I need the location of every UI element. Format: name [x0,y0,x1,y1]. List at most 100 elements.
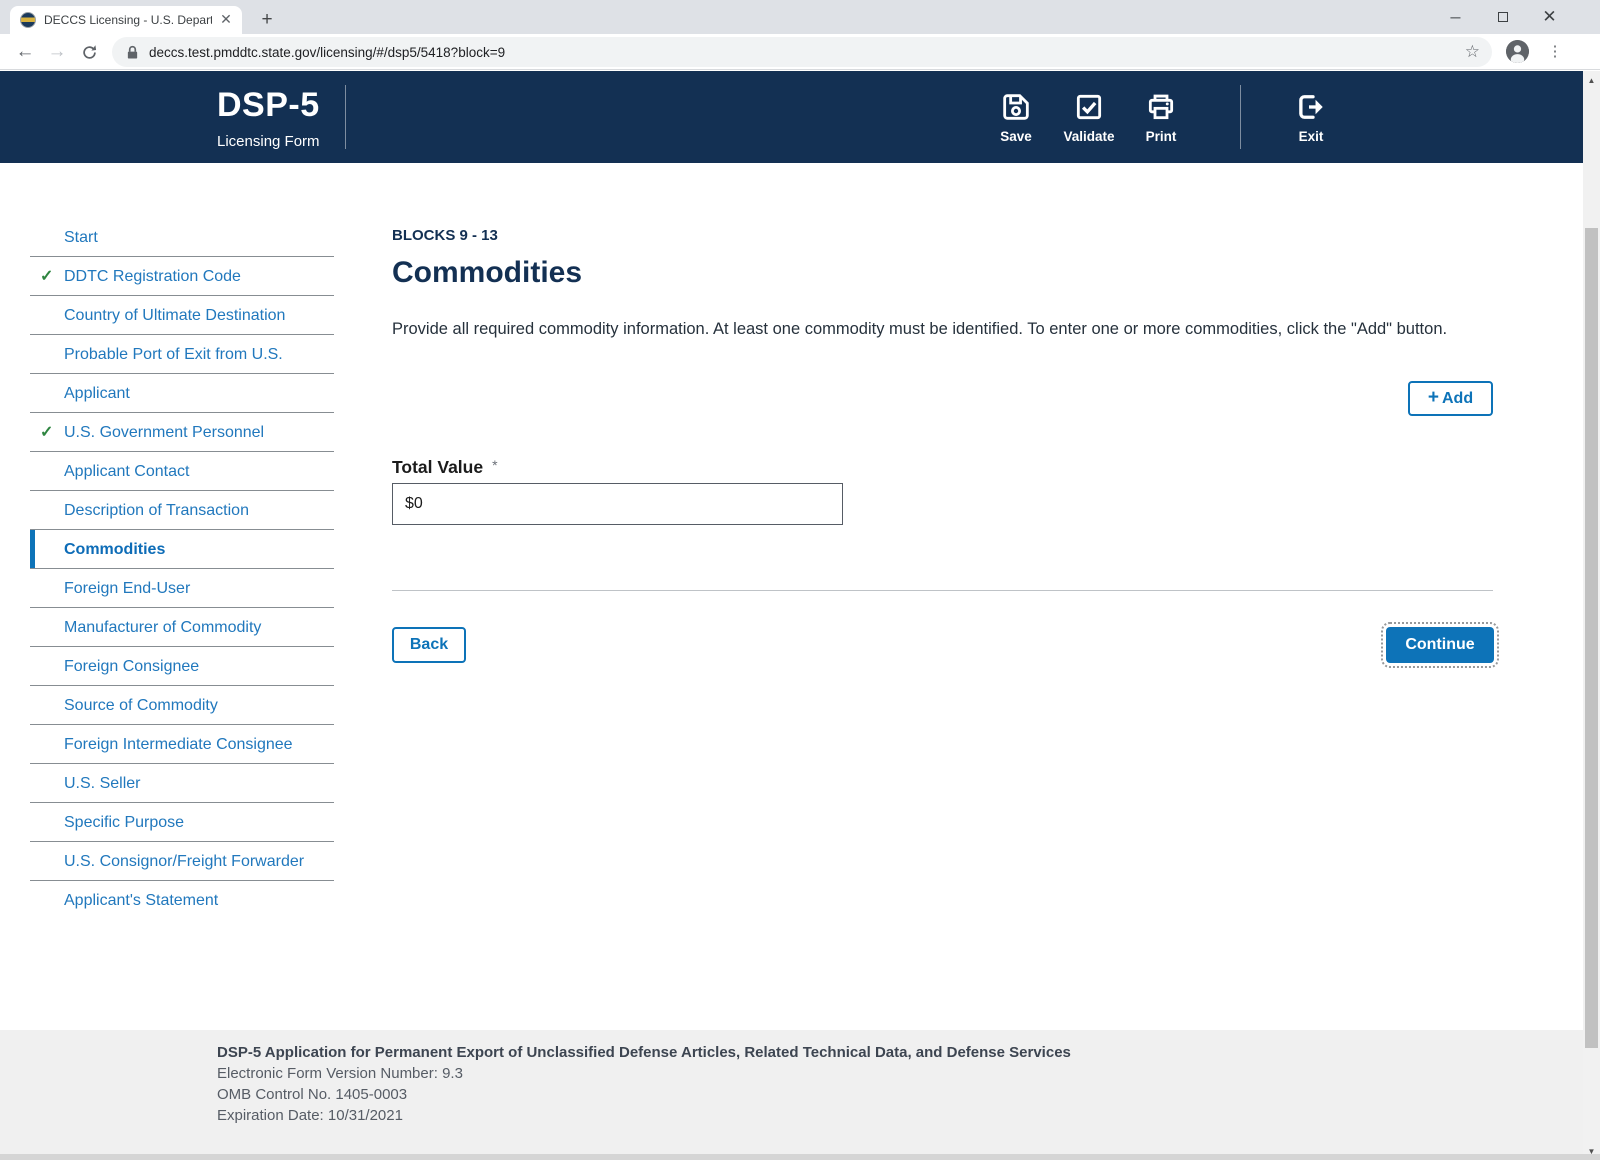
sidebar-item-label: Probable Port of Exit from U.S. [64,346,283,363]
browser-window: DECCS Licensing - U.S. Departme ✕ + ─ ✕ … [0,0,1600,1160]
sidebar-item-country-of-ultimate-destination[interactable]: Country of Ultimate Destination [30,296,334,335]
browser-tabstrip: DECCS Licensing - U.S. Departme ✕ + ─ ✕ [0,0,1600,34]
profile-avatar[interactable] [1506,40,1529,63]
minimize-button[interactable]: ─ [1432,0,1479,34]
sidebar-item-source-of-commodity[interactable]: Source of Commodity [30,686,334,725]
validate-button[interactable]: Validate [1056,91,1122,144]
header-divider [1240,85,1241,149]
reload-icon[interactable] [77,43,101,67]
window-close-button[interactable]: ✕ [1526,0,1573,34]
sidebar-item-u-s-consignor-freight-forwarder[interactable]: U.S. Consignor/Freight Forwarder [30,842,334,881]
exit-button[interactable]: Exit [1282,91,1340,144]
lock-icon [127,45,138,59]
window-controls: ─ ✕ [1432,0,1573,34]
active-item-indicator [30,530,35,568]
app-header: DSP-5 Licensing Form Save Validate Print… [0,71,1600,163]
sidebar-nav: Start ✓ DDTC Registration Code Country of U… [30,218,334,920]
completed-check-icon: ✓ [40,424,54,441]
footer-form-title: DSP-5 Application for Permanent Export o… [217,1044,1071,1061]
sidebar-item-label: Specific Purpose [64,814,185,831]
save-button[interactable]: Save [988,91,1044,144]
sign-out-icon [1299,95,1323,119]
footer-line: OMB Control No. 1405-0003 [217,1086,408,1103]
sidebar-item-manufacturer-of-commodity[interactable]: Manufacturer of Commodity [30,608,334,647]
floppy-disk-icon [1003,94,1029,120]
sidebar-item-label: Commodities [64,541,166,558]
maximize-button[interactable] [1479,0,1526,34]
sidebar-item-description-of-transaction[interactable]: Description of Transaction [30,491,334,530]
completed-check-icon: ✓ [40,268,54,285]
sidebar-item-label: U.S. Consignor/Freight Forwarder [64,853,305,870]
required-asterisk: * [492,457,498,473]
sidebar-item-probable-port-of-exit-from-u-s[interactable]: Probable Port of Exit from U.S. [30,335,334,374]
sidebar-item-label: Applicant's Statement [64,892,219,909]
sidebar-item-foreign-end-user[interactable]: Foreign End-User [30,569,334,608]
sidebar-item-specific-purpose[interactable]: Specific Purpose [30,803,334,842]
scrollbar-thumb[interactable] [1585,228,1598,1048]
sidebar-item-label: Applicant [64,385,130,402]
print-button[interactable]: Print [1132,91,1190,144]
back-button[interactable]: Back [392,627,466,663]
continue-button[interactable]: Continue [1381,622,1499,668]
vertical-scrollbar[interactable]: ▲ ▼ [1583,71,1600,1160]
exit-label: Exit [1298,129,1324,144]
sidebar-item-label: Foreign End-User [64,580,191,597]
back-navigation-icon[interactable]: ← [13,41,37,65]
sidebar-item-u-s-seller[interactable]: U.S. Seller [30,764,334,803]
sidebar-item-label: DDTC Registration Code [64,268,241,285]
footer-lines: Electronic Form Version Number: 9.3 OMB C… [217,1063,1600,1126]
blocks-label: BLOCKS 9 - 13 [392,227,498,244]
add-commodity-button[interactable]: + Add [1408,381,1493,416]
printer-icon [1148,94,1174,120]
sidebar-item-label: Foreign Consignee [64,658,200,675]
form-title: DSP-5 [217,86,320,124]
section-divider [392,590,1493,591]
sidebar-item-applicant[interactable]: Applicant [30,374,334,413]
total-value-label: Total Value * [392,457,498,477]
browser-tab[interactable]: DECCS Licensing - U.S. Departme ✕ [10,6,242,34]
footer-line: Expiration Date: 10/31/2021 [217,1107,403,1124]
person-icon [1506,40,1529,63]
browser-menu-icon[interactable]: ⋮ [1545,40,1565,64]
header-divider [345,85,346,149]
sidebar-item-label: U.S. Government Personnel [64,424,265,441]
sidebar-item-start[interactable]: Start [30,218,334,257]
window-bottom-edge [0,1154,1600,1160]
bookmark-star-icon[interactable]: ☆ [1465,42,1480,62]
sidebar-item-label: Manufacturer of Commodity [64,619,262,636]
tab-close-icon[interactable]: ✕ [218,12,234,28]
page-title: Commodities [392,256,583,289]
sidebar-item-foreign-consignee[interactable]: Foreign Consignee [30,647,334,686]
sidebar-item-applicant-contact[interactable]: Applicant Contact [30,452,334,491]
add-label: Add [1442,389,1474,407]
total-value-input[interactable] [392,483,843,525]
sidebar-item-label: Country of Ultimate Destination [64,307,286,324]
print-label: Print [1145,129,1177,144]
sidebar-item-label: Description of Transaction [64,502,249,519]
url-text: deccs.test.pmddtc.state.gov/licensing/#/… [149,44,506,60]
page-description: Provide all required commodity informati… [392,320,1448,338]
new-tab-button[interactable]: + [254,7,280,33]
reload-icon [82,45,96,59]
save-label: Save [1000,129,1032,144]
url-bar[interactable]: deccs.test.pmddtc.state.gov/licensing/#/… [112,37,1492,67]
sidebar-item-applicant-s-statement[interactable]: Applicant's Statement [30,881,334,920]
validate-label: Validate [1063,129,1115,144]
sidebar-item-label: Foreign Intermediate Consignee [64,736,293,753]
plus-icon: + [1427,386,1439,408]
tab-title: DECCS Licensing - U.S. Departme [44,13,212,27]
form-footer: DSP-5 Application for Permanent Export o… [0,1030,1600,1160]
sidebar-item-u-s-government-personnel[interactable]: ✓ U.S. Government Personnel [30,413,334,452]
maximize-icon [1497,12,1508,22]
footer-line: Electronic Form Version Number: 9.3 [217,1065,463,1082]
form-subtitle: Licensing Form [217,133,320,150]
sidebar-item-label: U.S. Seller [64,775,141,792]
sidebar-item-commodities[interactable]: Commodities [30,530,334,569]
sidebar-item-label: Start [64,229,98,246]
deccs-favicon-icon [20,12,36,28]
sidebar-item-ddtc-registration-code[interactable]: ✓ DDTC Registration Code [30,257,334,296]
sidebar-item-foreign-intermediate-consignee[interactable]: Foreign Intermediate Consignee [30,725,334,764]
forward-navigation-icon[interactable]: → [45,41,69,65]
scrollbar-up-arrow-icon[interactable]: ▲ [1583,73,1600,89]
sidebar-item-label: Applicant Contact [64,463,190,480]
